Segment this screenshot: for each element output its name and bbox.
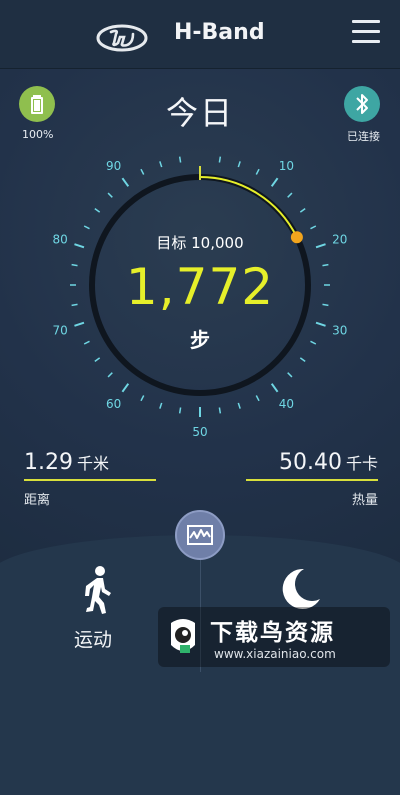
gauge-tick xyxy=(255,168,260,175)
gauge-tick xyxy=(218,407,222,414)
distance-underline xyxy=(24,479,156,481)
app-header: H-Band xyxy=(0,0,400,69)
bluetooth-status-button[interactable] xyxy=(344,86,380,122)
watermark-title: 下载鸟资源 xyxy=(210,620,335,646)
gauge-tick xyxy=(159,161,163,168)
step-unit: 步 xyxy=(190,328,210,352)
gauge-tick xyxy=(94,207,101,213)
distance-stat: 1.29 千米 距离 xyxy=(24,450,156,508)
gauge-tick-label: 50 xyxy=(192,425,207,439)
activity-chart-button[interactable] xyxy=(175,510,225,560)
goal-label: 目标 10,000 xyxy=(156,234,244,252)
calorie-unit: 千卡 xyxy=(345,454,378,473)
bluetooth-icon xyxy=(356,94,368,114)
gauge-tick xyxy=(140,168,145,175)
gauge-tick xyxy=(270,383,279,393)
distance-value: 1.29 xyxy=(24,450,73,475)
motion-tab-label: 运动 xyxy=(74,629,113,651)
distance-unit: 千米 xyxy=(76,454,109,473)
gauge-tick xyxy=(140,395,145,402)
gauge-tick xyxy=(287,192,293,198)
gauge-tick xyxy=(178,156,182,163)
watermark: 下载鸟资源 www.xiazainiao.com xyxy=(158,607,390,667)
gauge-tick xyxy=(287,372,293,378)
app-title: H-Band xyxy=(174,20,265,45)
hamburger-menu-icon[interactable] xyxy=(352,20,380,44)
bluetooth-label: 已连接 xyxy=(347,130,380,143)
watermark-url: www.xiazainiao.com xyxy=(214,647,336,661)
gauge-tick xyxy=(178,407,182,414)
gauge-tick xyxy=(94,357,101,363)
gauge-tick xyxy=(310,225,317,230)
gauge-tick xyxy=(121,177,130,187)
gauge-tick xyxy=(255,395,260,402)
gauge-tick xyxy=(83,225,90,230)
gauge-tick xyxy=(299,357,306,363)
moon-icon xyxy=(282,568,320,609)
bird-logo-icon xyxy=(171,619,195,653)
chart-wave-icon xyxy=(187,525,213,545)
gauge-tick-label: 90 xyxy=(106,159,121,173)
gauge-tick xyxy=(299,207,306,213)
gauge-tick xyxy=(270,177,279,187)
calorie-caption: 热量 xyxy=(351,493,378,508)
distance-caption: 距离 xyxy=(24,493,51,508)
gauge-tick-label: 10 xyxy=(279,159,294,173)
gauge-tick-label: 40 xyxy=(279,397,294,411)
walking-person-icon xyxy=(85,566,111,614)
calorie-stat: 50.40 千卡 热量 xyxy=(246,450,378,508)
gauge-tick-label: 60 xyxy=(106,397,121,411)
gauge-tick xyxy=(107,372,113,378)
gauge-tick xyxy=(237,161,241,168)
page-title: 今日 xyxy=(165,94,234,132)
gauge-tick xyxy=(237,402,241,409)
hyundai-logo-icon xyxy=(96,24,148,52)
calorie-value: 50.40 xyxy=(279,450,342,475)
gauge-tick xyxy=(107,192,113,198)
step-count: 1,772 xyxy=(125,258,275,316)
gauge-tick xyxy=(159,402,163,409)
gauge-tick xyxy=(121,383,130,393)
gauge-start-marker xyxy=(199,166,201,180)
calorie-underline xyxy=(246,479,378,481)
gauge-tick xyxy=(218,156,222,163)
